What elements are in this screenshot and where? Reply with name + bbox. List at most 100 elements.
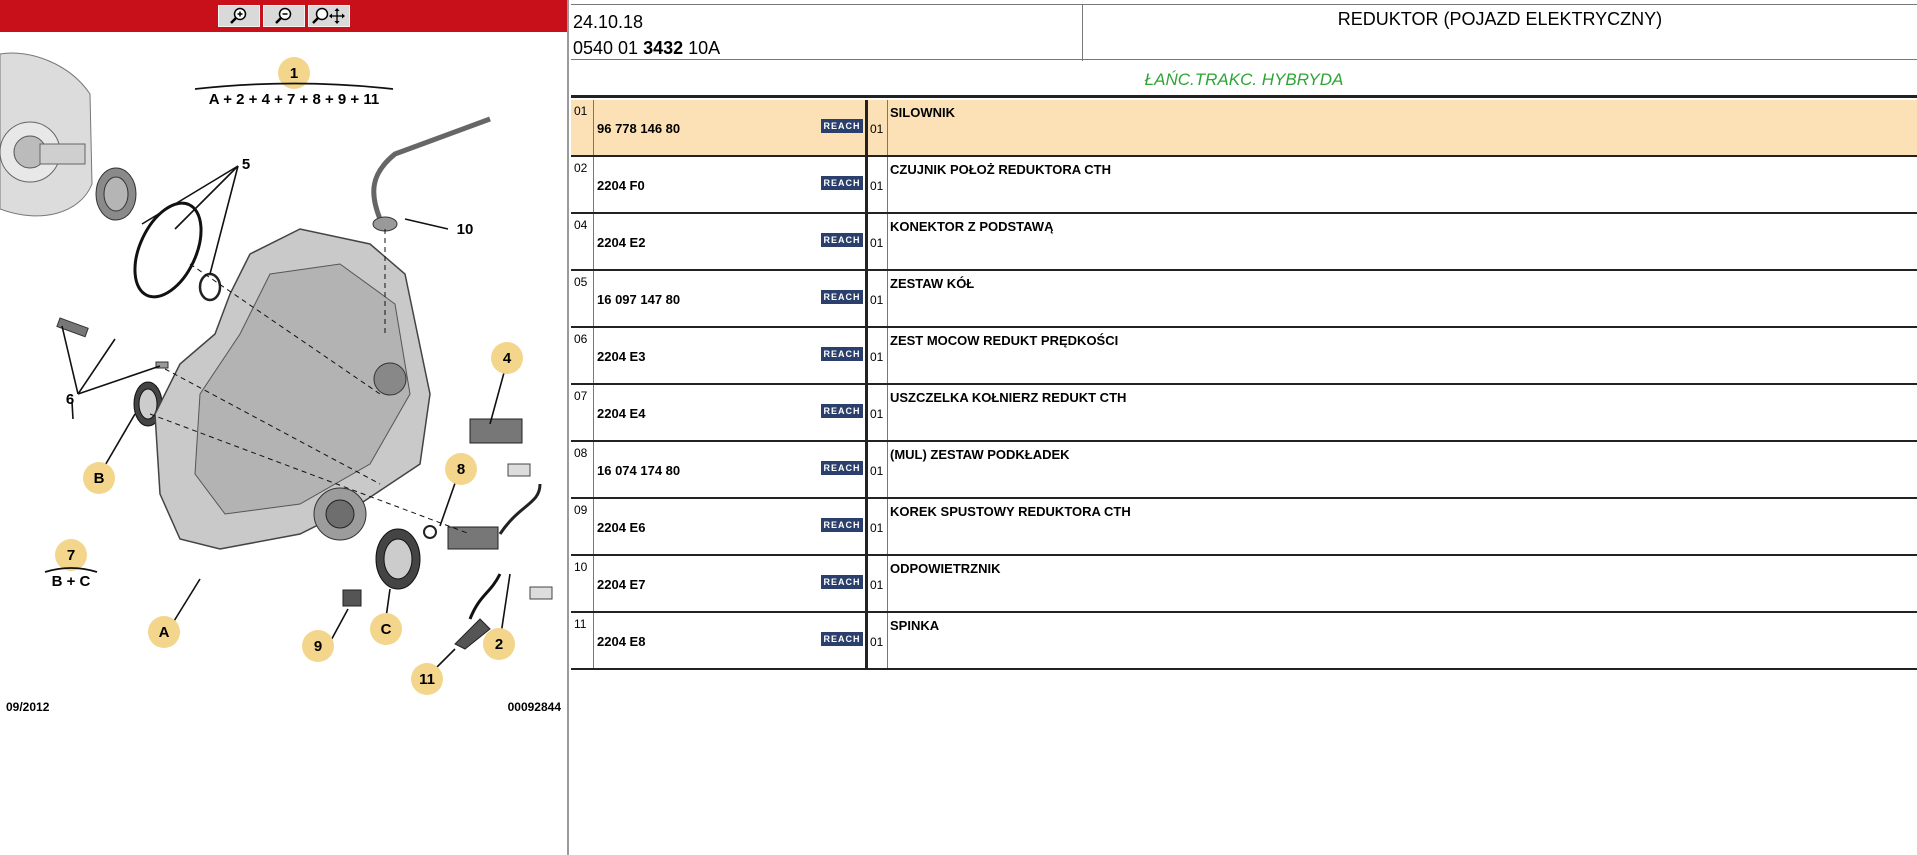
formula2: B + C <box>52 573 91 590</box>
reach-badge[interactable]: REACH <box>821 632 863 646</box>
part-row[interactable]: 04 2204 E2 REACH 01 KONEKTOR Z PODSTAWĄ <box>571 213 1917 271</box>
callout-4: 4 <box>503 350 512 367</box>
reach-badge[interactable]: REACH <box>821 518 863 532</box>
part-ref[interactable]: 96 778 146 80 <box>597 121 680 136</box>
zoom-in-icon <box>230 7 247 24</box>
zoom-out-button[interactable] <box>263 5 305 27</box>
part-qty-cell: 01 <box>866 498 888 556</box>
part-num: 02 <box>574 161 588 175</box>
part-qty: 01 <box>870 407 884 421</box>
reach-badge[interactable]: REACH <box>821 575 863 589</box>
part-desc: ZESTAW KÓŁ <box>890 276 975 291</box>
diagram-toolbar <box>0 0 567 32</box>
part-num-cell: 02 <box>571 156 594 214</box>
part-desc: USZCZELKA KOŁNIERZ REDUKT CTH <box>890 390 1127 405</box>
reach-badge[interactable]: REACH <box>821 461 863 475</box>
part-qty-cell: 01 <box>866 612 888 670</box>
header-ref-prefix: 0540 01 <box>573 38 644 58</box>
part-ref-cell: 16 097 147 80 REACH <box>593 270 868 328</box>
part-row[interactable]: 09 2204 E6 REACH 01 KOREK SPUSTOWY REDUKTORA… <box>571 498 1917 556</box>
part-num-cell: 10 <box>571 555 594 613</box>
part-qty-cell: 01 <box>866 270 888 328</box>
part-ref[interactable]: 2204 E6 <box>597 520 645 535</box>
formula2-num: 7 <box>67 547 75 564</box>
callout-5: 5 <box>242 156 250 173</box>
callout-6: 6 <box>66 391 74 408</box>
reach-badge[interactable]: REACH <box>821 233 863 247</box>
part-qty: 01 <box>870 521 884 535</box>
part-ref[interactable]: 2204 E8 <box>597 634 645 649</box>
callout-2: 2 <box>495 636 503 653</box>
part-num-cell: 11 <box>571 612 594 670</box>
callout-10: 10 <box>457 221 474 238</box>
part-desc: KONEKTOR Z PODSTAWĄ <box>890 219 1054 234</box>
part-ref[interactable]: 2204 E4 <box>597 406 645 421</box>
header-ref-suffix: 10A <box>683 38 721 58</box>
part-row[interactable]: 05 16 097 147 80 REACH 01 ZESTAW KÓŁ <box>571 270 1917 328</box>
part-desc: SPINKA <box>890 618 940 633</box>
part-qty: 01 <box>870 293 884 307</box>
part-desc: (MUL) ZESTAW PODKŁADEK <box>890 447 1070 462</box>
part-row[interactable]: 06 2204 E3 REACH 01 ZEST MOCOW REDUKT PRĘDKO… <box>571 327 1917 385</box>
part-ref-cell: 2204 E6 REACH <box>593 498 868 556</box>
part-qty-cell: 01 <box>866 156 888 214</box>
reach-badge[interactable]: REACH <box>821 347 863 361</box>
part-row[interactable]: 01 96 778 146 80 REACH 01 SILOWNIK <box>571 100 1917 157</box>
part-row[interactable]: 08 16 074 174 80 REACH 01 (MUL) ZESTAW PODKŁ… <box>571 441 1917 499</box>
zoom-pan-button[interactable] <box>308 5 350 27</box>
part-qty: 01 <box>870 122 884 136</box>
reach-badge[interactable]: REACH <box>821 290 863 304</box>
part-num: 07 <box>574 389 588 403</box>
formula1: A + 2 + 4 + 7 + 8 + 9 + 11 <box>209 91 379 108</box>
part-ref[interactable]: 16 074 174 80 <box>597 463 680 478</box>
part-qty: 01 <box>870 179 884 193</box>
parts-panel: 24.10.18 0540 01 3432 10A REDUKTOR (POJA… <box>571 0 1917 855</box>
part-ref-cell: 2204 E2 REACH <box>593 213 868 271</box>
reach-badge[interactable]: REACH <box>821 119 863 133</box>
part-row[interactable]: 02 2204 F0 REACH 01 CZUJNIK POŁOŻ REDUKTORA … <box>571 156 1917 214</box>
part-ref-cell: 16 074 174 80 REACH <box>593 441 868 499</box>
part-desc: ODPOWIETRZNIK <box>890 561 1001 576</box>
part-qty-cell: 01 <box>866 555 888 613</box>
parts-table: 01 96 778 146 80 REACH 01 SILOWNIK 02 2204 F0 R… <box>571 100 1917 670</box>
callout-11: 11 <box>419 671 435 688</box>
part-ref[interactable]: 16 097 147 80 <box>597 292 680 307</box>
part-ref[interactable]: 2204 E2 <box>597 235 645 250</box>
header-ref: 0540 01 3432 10A <box>573 35 1053 61</box>
part-desc-cell: ODPOWIETRZNIK <box>887 555 1917 613</box>
part-desc-cell: SILOWNIK <box>887 100 1917 157</box>
part-desc-cell: ZESTAW KÓŁ <box>887 270 1917 328</box>
part-num-cell: 09 <box>571 498 594 556</box>
part-num-cell: 05 <box>571 270 594 328</box>
subtitle: ŁAŃC.TRAKC. HYBRYDA <box>571 60 1917 98</box>
part-row[interactable]: 07 2204 E4 REACH 01 USZCZELKA KOŁNIERZ REDUK… <box>571 384 1917 442</box>
part-row[interactable]: 11 2204 E8 REACH 01 SPINKA <box>571 612 1917 670</box>
header-date: 24.10.18 <box>573 12 644 32</box>
part-desc-cell: USZCZELKA KOŁNIERZ REDUKT CTH <box>887 384 1917 442</box>
part-desc: KOREK SPUSTOWY REDUKTORA CTH <box>890 504 1131 519</box>
callout-C: C <box>381 621 392 638</box>
part-ref[interactable]: 2204 E3 <box>597 349 645 364</box>
part-desc-cell: KONEKTOR Z PODSTAWĄ <box>887 213 1917 271</box>
header-ref-bold: 3432 <box>643 38 684 58</box>
part-num: 06 <box>574 332 588 346</box>
part-num: 01 <box>574 104 588 118</box>
part-num-cell: 06 <box>571 327 594 385</box>
diagram-panel: 1 A + 2 + 4 + 7 + 8 + 9 + 11 7 B + C 5 6… <box>0 0 569 855</box>
part-num: 09 <box>574 503 588 517</box>
zoom-in-button[interactable] <box>218 5 260 27</box>
part-ref[interactable]: 2204 F0 <box>597 178 645 193</box>
diagram-code: 00092844 <box>507 700 561 714</box>
reach-badge[interactable]: REACH <box>821 176 863 190</box>
part-num: 08 <box>574 446 588 460</box>
part-row[interactable]: 10 2204 E7 REACH 01 ODPOWIETRZNIK <box>571 555 1917 613</box>
part-qty-cell: 01 <box>866 384 888 442</box>
reach-badge[interactable]: REACH <box>821 404 863 418</box>
part-desc-cell: KOREK SPUSTOWY REDUKTORA CTH <box>887 498 1917 556</box>
header: 24.10.18 0540 01 3432 10A REDUKTOR (POJA… <box>571 4 1917 61</box>
exploded-view-diagram: 1 A + 2 + 4 + 7 + 8 + 9 + 11 7 B + C 5 6… <box>0 52 553 695</box>
part-num: 05 <box>574 275 588 289</box>
part-ref-cell: 96 778 146 80 REACH <box>593 100 868 157</box>
part-qty-cell: 01 <box>866 327 888 385</box>
part-ref[interactable]: 2204 E7 <box>597 577 645 592</box>
